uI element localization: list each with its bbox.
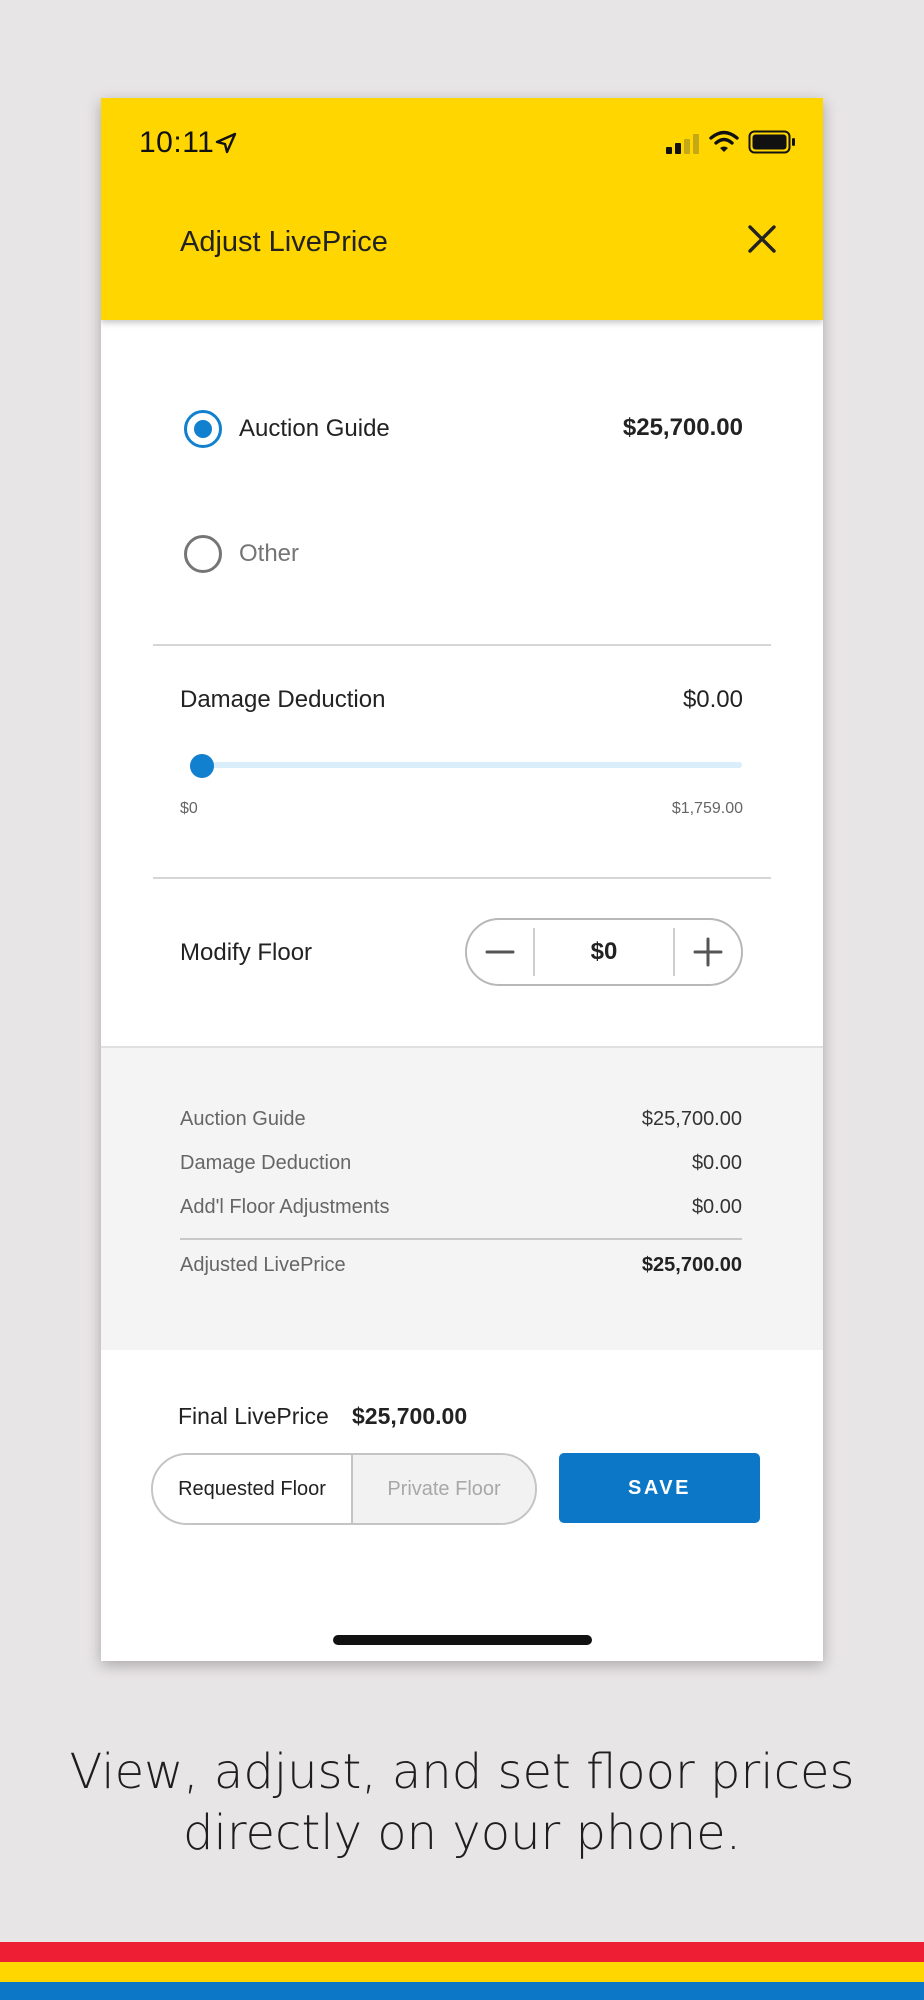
summary-value: $0.00 bbox=[691, 1196, 742, 1218]
modify-floor-value[interactable]: $0 bbox=[533, 928, 675, 976]
brand-stripe-yellow bbox=[0, 1962, 924, 1982]
radio-button-selected[interactable] bbox=[184, 410, 222, 448]
summary-row: Damage Deduction $0.00 bbox=[180, 1152, 742, 1175]
home-indicator[interactable] bbox=[333, 1635, 592, 1645]
minus-icon bbox=[485, 950, 515, 954]
radio-other[interactable]: Other bbox=[184, 534, 299, 574]
floor-type-toggle[interactable]: Requested Floor Private Floor bbox=[151, 1453, 537, 1525]
divider bbox=[153, 644, 771, 646]
summary-total-value: $25,700.00 bbox=[641, 1254, 742, 1276]
wifi-icon bbox=[709, 130, 739, 152]
toggle-private-floor[interactable]: Private Floor bbox=[353, 1455, 535, 1523]
marketing-caption: View, adjust, and set floor prices direc… bbox=[0, 1742, 924, 1864]
damage-deduction-slider[interactable] bbox=[180, 751, 742, 781]
damage-deduction-value: $0.00 bbox=[682, 686, 743, 713]
app-screen: 10:11 Adjust LivePrice Auction Guide $25… bbox=[101, 98, 823, 1661]
slider-track[interactable] bbox=[190, 762, 742, 768]
summary-value: $25,700.00 bbox=[641, 1108, 742, 1130]
close-icon[interactable] bbox=[745, 222, 779, 256]
final-liveprice-value: $25,700.00 bbox=[352, 1403, 468, 1429]
price-summary: Auction Guide $25,700.00 Damage Deductio… bbox=[101, 1046, 823, 1350]
summary-row: Add'l Floor Adjustments $0.00 bbox=[180, 1196, 742, 1219]
summary-total-label: Adjusted LivePrice bbox=[180, 1254, 346, 1276]
slider-thumb[interactable] bbox=[190, 754, 214, 778]
summary-label: Damage Deduction bbox=[180, 1152, 352, 1174]
caption-line: View, adjust, and set floor prices bbox=[69, 1744, 855, 1800]
modify-floor-stepper[interactable]: $0 bbox=[465, 918, 743, 986]
decrement-button[interactable] bbox=[467, 920, 533, 984]
radio-button[interactable] bbox=[184, 535, 222, 573]
increment-button[interactable] bbox=[675, 920, 741, 984]
auction-guide-value: $25,700.00 bbox=[622, 414, 743, 441]
cellular-signal-icon bbox=[666, 134, 699, 154]
summary-label: Auction Guide bbox=[180, 1108, 306, 1130]
toggle-requested-floor[interactable]: Requested Floor bbox=[153, 1455, 353, 1523]
summary-row: Auction Guide $25,700.00 bbox=[180, 1108, 742, 1131]
radio-auction-guide[interactable]: Auction Guide bbox=[184, 409, 390, 449]
summary-label: Add'l Floor Adjustments bbox=[180, 1196, 390, 1218]
save-button[interactable]: SAVE bbox=[559, 1453, 760, 1523]
app-header: 10:11 Adjust LivePrice bbox=[101, 98, 823, 320]
summary-total-row: Adjusted LivePrice $25,700.00 bbox=[180, 1254, 742, 1277]
slider-min-label: $0 bbox=[180, 800, 198, 817]
caption-line: directly on your phone. bbox=[183, 1805, 741, 1861]
brand-stripe-blue bbox=[0, 1982, 924, 2000]
radio-label: Other bbox=[239, 540, 300, 567]
slider-max-label: $1,759.00 bbox=[671, 800, 743, 817]
modify-floor-label: Modify Floor bbox=[180, 939, 313, 966]
brand-stripe-red bbox=[0, 1942, 924, 1962]
summary-value: $0.00 bbox=[691, 1152, 742, 1174]
damage-deduction-label: Damage Deduction bbox=[180, 686, 386, 713]
plus-icon bbox=[693, 937, 723, 967]
final-liveprice-label: Final LivePrice bbox=[178, 1403, 329, 1429]
divider bbox=[153, 877, 771, 879]
summary-divider bbox=[180, 1238, 742, 1240]
radio-label: Auction Guide bbox=[239, 415, 390, 442]
status-time: 10:11 bbox=[139, 126, 215, 159]
location-arrow-icon bbox=[215, 132, 237, 154]
battery-icon bbox=[748, 130, 795, 154]
page-title: Adjust LivePrice bbox=[180, 226, 388, 258]
